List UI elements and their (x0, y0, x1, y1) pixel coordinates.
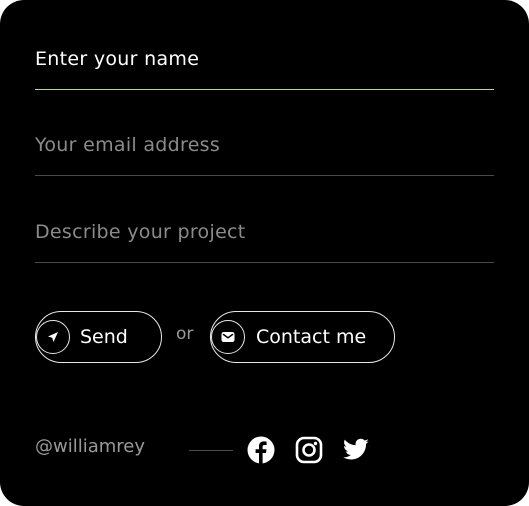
contact-card: Enter your name Your email address Descr… (0, 0, 529, 506)
send-button[interactable]: Send (35, 311, 162, 363)
footer-divider (189, 450, 233, 451)
or-separator: or (176, 324, 194, 344)
email-field[interactable]: Your email address (35, 130, 494, 178)
twitter-icon[interactable] (342, 436, 370, 464)
project-field-placeholder[interactable]: Describe your project (35, 221, 246, 243)
name-field-text[interactable]: Enter your name (35, 48, 199, 70)
name-field-underline (35, 89, 494, 90)
send-icon (36, 320, 70, 354)
contact-me-button[interactable]: Contact me (210, 311, 395, 363)
mail-icon (211, 320, 245, 354)
send-button-label: Send (80, 326, 128, 348)
name-field[interactable]: Enter your name (35, 44, 494, 92)
social-handle[interactable]: @williamrey (35, 436, 145, 457)
project-field[interactable]: Describe your project (35, 217, 494, 265)
facebook-icon[interactable] (247, 436, 275, 464)
instagram-icon[interactable] (295, 436, 323, 464)
email-field-placeholder[interactable]: Your email address (35, 134, 220, 156)
email-field-underline (35, 175, 494, 176)
contact-me-label: Contact me (256, 326, 367, 348)
project-field-underline (35, 262, 494, 263)
